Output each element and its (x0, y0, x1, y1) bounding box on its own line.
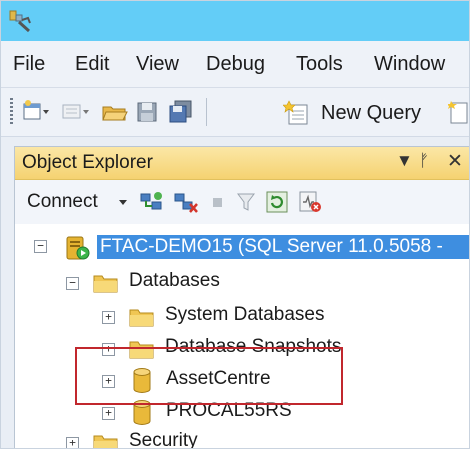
new-query-button-label[interactable]: New Query (321, 102, 421, 125)
dropdown-arrow-icon[interactable]: ▼ (396, 151, 413, 171)
server-node-label: FTAC-DEMO15 (SQL Server 11.0.5058 - (100, 236, 443, 257)
activity-monitor-icon[interactable] (297, 190, 323, 214)
disconnect-icon[interactable] (173, 190, 199, 214)
security-expand-toggle[interactable]: + (66, 437, 79, 448)
toolbar-separator (206, 98, 207, 126)
close-icon[interactable]: ✕ (447, 150, 463, 173)
system-databases-node[interactable]: System Databases (165, 304, 324, 326)
new-query-icon[interactable] (283, 100, 315, 126)
folder-icon (93, 435, 118, 448)
menu-window[interactable]: Window (374, 53, 445, 76)
object-explorer-toolbar: Connect (15, 180, 469, 224)
ssms-window: File Edit View Debug Tools Window New Qu… (0, 0, 470, 449)
menu-file[interactable]: File (13, 53, 45, 76)
collapse-toggle[interactable]: − (34, 240, 47, 253)
add-item-icon[interactable] (61, 100, 91, 124)
databases-collapse-toggle[interactable]: − (66, 277, 79, 290)
object-explorer-header: Object Explorer ▼ ᚠ ✕ (15, 147, 469, 180)
pin-icon[interactable]: ᚠ (419, 151, 429, 171)
new-project-icon[interactable] (21, 100, 51, 124)
connect-object-explorer-icon[interactable] (139, 190, 165, 214)
object-explorer-title: Object Explorer (22, 152, 153, 173)
databases-node[interactable]: Databases (129, 270, 220, 292)
procal55rs-expand-toggle[interactable]: + (102, 407, 115, 420)
object-explorer-tree: − FTAC-DEMO15 (SQL Server 11.0.5058 - − … (15, 225, 469, 448)
ssms-app-icon[interactable] (7, 8, 33, 34)
object-explorer-panel: Object Explorer ▼ ᚠ ✕ Connect − FTAC-DEM… (14, 146, 469, 448)
system-databases-expand-toggle[interactable]: + (102, 311, 115, 324)
standard-toolbar: New Query (1, 88, 469, 137)
save-icon[interactable] (135, 100, 161, 124)
server-icon (66, 236, 90, 260)
menu-view[interactable]: View (136, 53, 179, 76)
server-node[interactable]: FTAC-DEMO15 (SQL Server 11.0.5058 - (97, 235, 469, 259)
title-bar (1, 1, 469, 41)
filter-icon[interactable] (235, 190, 257, 214)
menu-debug[interactable]: Debug (206, 53, 265, 76)
open-file-icon[interactable] (101, 100, 129, 124)
menu-tools[interactable]: Tools (296, 53, 343, 76)
highlight-annotation-box (75, 347, 343, 405)
stop-icon (213, 198, 222, 207)
folder-icon (129, 309, 154, 327)
databases-folder-icon (93, 275, 118, 293)
new-file-icon[interactable] (448, 100, 470, 126)
refresh-icon[interactable] (265, 190, 289, 214)
menu-bar: File Edit View Debug Tools Window (1, 41, 469, 88)
connect-dropdown-icon[interactable] (119, 200, 127, 205)
save-all-icon[interactable] (167, 100, 195, 124)
menu-edit[interactable]: Edit (75, 53, 109, 76)
toolbar-grip[interactable] (10, 98, 13, 126)
connect-button[interactable]: Connect (27, 191, 98, 213)
security-node[interactable]: Security (129, 430, 198, 448)
